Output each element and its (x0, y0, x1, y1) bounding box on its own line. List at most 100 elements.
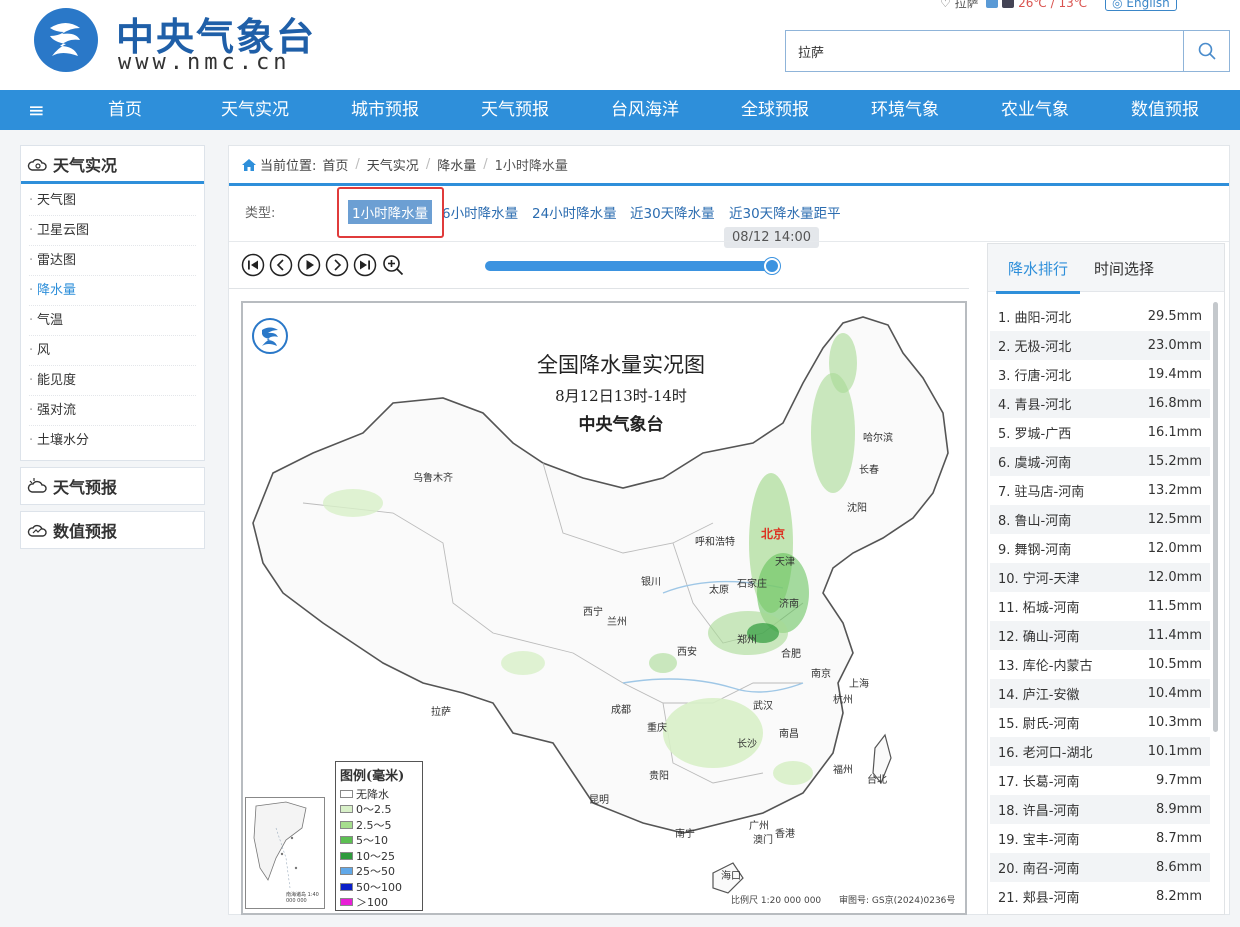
next-frame-icon[interactable] (325, 253, 349, 277)
sidebar-item-wind[interactable]: 风 (29, 336, 196, 366)
sidebar-item-satellite[interactable]: 卫星云图 (29, 216, 196, 246)
ranking-scrollbar[interactable] (1213, 302, 1218, 732)
city-label: 乌鲁木齐 (413, 473, 453, 484)
ranking-row[interactable]: 6. 虞城-河南 15.2mm (990, 447, 1210, 476)
cloud-sun-icon (27, 478, 47, 493)
breadcrumb-home[interactable]: 首页 (322, 155, 348, 174)
ranking-row[interactable]: 2. 无极-河北 23.0mm (990, 331, 1210, 360)
nav-numerical[interactable]: 数值预报 (1110, 90, 1220, 130)
ranking-row[interactable]: 10. 宁河-天津 12.0mm (990, 563, 1210, 592)
sidebar-numerical-label: 数值预报 (53, 522, 118, 541)
ranking-row[interactable]: 16. 老河口-湖北 10.1mm (990, 737, 1210, 766)
zoom-in-icon[interactable] (381, 253, 405, 277)
nav-weather-forecast[interactable]: 天气预报 (460, 90, 570, 130)
ranking-row[interactable]: 5. 罗城-广西 16.1mm (990, 418, 1210, 447)
search-button[interactable] (1183, 31, 1229, 71)
sidebar-section-numerical[interactable]: 数值预报 (20, 511, 205, 549)
ranking-row[interactable]: 18. 许昌-河南 8.9mm (990, 795, 1210, 824)
last-frame-icon[interactable] (353, 253, 377, 277)
sidebar-item-radar[interactable]: 雷达图 (29, 246, 196, 276)
ranking-row[interactable]: 19. 宝丰-河南 8.7mm (990, 824, 1210, 853)
ranking-value: 16.1mm (1147, 425, 1202, 440)
ranking-value: 9.7mm (1155, 773, 1202, 788)
time-slider[interactable] (485, 261, 773, 271)
sidebar-section-forecast[interactable]: 天气预报 (20, 467, 205, 505)
city-label: 合肥 (781, 649, 801, 660)
tab-time-select[interactable]: 时间选择 (1094, 258, 1154, 279)
sidebar-item-weather-chart[interactable]: 天气图 (29, 186, 196, 216)
ranking-station: 4. 青县-河北 (998, 398, 1072, 413)
breadcrumb-observations[interactable]: 天气实况 (367, 155, 419, 174)
legend-title: 图例(毫米) (340, 769, 405, 784)
temperature-range: 26℃ / 13℃ (1018, 0, 1088, 10)
search-input[interactable] (786, 31, 1181, 71)
ranking-value: 23.0mm (1147, 338, 1202, 353)
tab-precip-ranking[interactable]: 降水排行 (995, 258, 1081, 294)
ranking-row[interactable]: 13. 库伦-内蒙古 10.5mm (990, 650, 1210, 679)
legend-row: 无降水 (340, 786, 418, 802)
ranking-row[interactable]: 1. 曲阳-河北 29.5mm (990, 302, 1210, 331)
type-tab-30d-anomaly[interactable]: 近30天降水量距平 (729, 202, 841, 222)
nav-environment[interactable]: 环境气象 (850, 90, 960, 130)
sidebar: 天气实况 天气图 卫星云图 雷达图 降水量 气温 风 能见度 强对流 土壤水分 … (20, 145, 205, 549)
city-label: 郑州 (737, 635, 757, 646)
ranking-row[interactable]: 15. 尉氏-河南 10.3mm (990, 708, 1210, 737)
ranking-row[interactable]: 3. 行唐-河北 19.4mm (990, 360, 1210, 389)
ranking-row[interactable]: 12. 确山-河南 11.4mm (990, 621, 1210, 650)
ranking-row[interactable]: 9. 舞钢-河南 12.0mm (990, 534, 1210, 563)
ranking-station: 16. 老河口-湖北 (998, 746, 1093, 761)
city-label: 福州 (833, 765, 853, 776)
ranking-row[interactable]: 21. 郏县-河南 8.2mm (990, 882, 1210, 911)
prev-frame-icon[interactable] (269, 253, 293, 277)
sidebar-header-observations[interactable]: 天气实况 (21, 146, 204, 184)
nav-home[interactable]: 首页 (70, 90, 180, 130)
english-link[interactable]: ◎ English (1105, 0, 1177, 11)
ranking-row[interactable]: 7. 驻马店-河南 13.2mm (990, 476, 1210, 505)
nav-agriculture[interactable]: 农业气象 (980, 90, 1090, 130)
breadcrumb-separator: / (483, 157, 488, 172)
city-label: 昆明 (589, 795, 609, 806)
sidebar-item-temperature[interactable]: 气温 (29, 306, 196, 336)
sidebar-item-convection[interactable]: 强对流 (29, 396, 196, 426)
nav-global-forecast[interactable]: 全球预报 (720, 90, 830, 130)
site-header: 中央气象台 www.nmc.cn ♡ 拉萨 26℃ / 13℃ ◎ Englis… (0, 0, 1240, 90)
nav-typhoon-ocean[interactable]: 台风海洋 (590, 90, 700, 130)
nav-city-forecast[interactable]: 城市预报 (330, 90, 440, 130)
sidebar-item-soil-moisture[interactable]: 土壤水分 (29, 426, 196, 456)
nav-observations[interactable]: 天气实况 (200, 90, 310, 130)
legend-swatch (340, 820, 353, 829)
breadcrumb-precipitation[interactable]: 降水量 (437, 155, 476, 174)
city-label: 成都 (611, 705, 631, 716)
legend-label: 2.5～5 (356, 818, 392, 832)
sidebar-item-visibility[interactable]: 能见度 (29, 366, 196, 396)
type-tab-24h[interactable]: 24小时降水量 (532, 202, 617, 222)
ranking-row[interactable]: 11. 柘城-河南 11.5mm (990, 592, 1210, 621)
ranking-station: 7. 驻马店-河南 (998, 485, 1085, 500)
ranking-row[interactable]: 17. 长葛-河南 9.7mm (990, 766, 1210, 795)
search-box (785, 30, 1230, 72)
ranking-row[interactable]: 20. 南召-河南 8.6mm (990, 853, 1210, 882)
cma-logo-icon[interactable] (32, 6, 100, 74)
ranking-value: 8.7mm (1155, 831, 1202, 846)
precipitation-map[interactable]: 全国降水量实况图 8月12日13时-14时 中央气象台 乌鲁木齐 哈尔滨 长春 … (241, 301, 967, 915)
city-label: 海口 (721, 871, 741, 882)
type-tab-6h[interactable]: 6小时降水量 (442, 202, 518, 222)
ranking-row[interactable]: 8. 鲁山-河南 12.5mm (990, 505, 1210, 534)
ranking-value: 10.1mm (1147, 744, 1202, 759)
ranking-row[interactable]: 14. 庐江-安徽 10.4mm (990, 679, 1210, 708)
breadcrumb-separator: / (355, 157, 360, 172)
type-tab-30d[interactable]: 近30天降水量 (630, 202, 715, 222)
breadcrumb-prefix: 当前位置: (260, 159, 317, 174)
ranking-station: 12. 确山-河南 (998, 630, 1080, 645)
play-icon[interactable] (297, 253, 321, 277)
first-frame-icon[interactable] (241, 253, 265, 277)
type-label: 类型: (245, 206, 276, 221)
menu-icon[interactable]: ≡ (28, 99, 50, 121)
ranking-station: 3. 行唐-河北 (998, 369, 1072, 384)
time-slider-handle[interactable] (764, 258, 780, 274)
ranking-row[interactable]: 4. 青县-河北 16.8mm (990, 389, 1210, 418)
ranking-value: 12.5mm (1147, 512, 1202, 527)
sidebar-item-precipitation[interactable]: 降水量 (29, 276, 196, 306)
legend-swatch (340, 898, 353, 907)
legend-row: 10～25 (340, 848, 418, 864)
